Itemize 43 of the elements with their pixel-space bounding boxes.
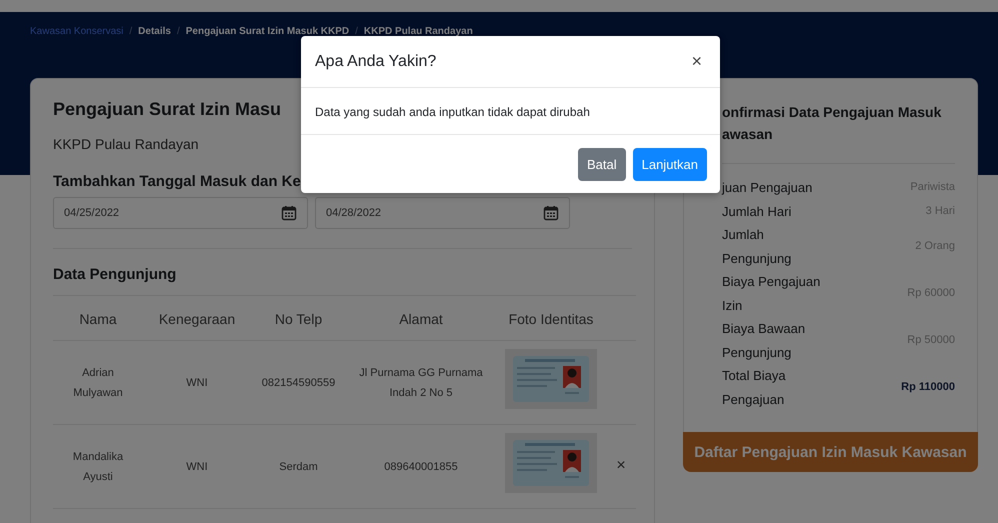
summary-label: Jumlah Pengunjung [722,226,792,268]
summary-label: juan Pengajuan [722,179,812,197]
section-heading: Tambahkan Tanggal Masuk dan Ke [53,173,301,190]
cancel-button[interactable]: Batal [578,148,626,181]
table-cell: Mandalika Ayusti [53,424,143,508]
table-cell: 082154590559 [251,340,346,424]
summary-label: Biaya Pengajuan Izin [722,273,822,314]
date-field[interactable]: 04/28/2022 [315,197,570,229]
submit-button[interactable]: Daftar Pengajuan Izin Masuk Kawasan [683,432,978,472]
page-subtitle: KKPD Pulau Randayan [53,136,199,152]
table-cell: WNI [143,340,251,424]
column-header: Alamat [346,296,496,340]
table-cell: 089640001855 [346,424,496,508]
close-button[interactable]: × [687,51,706,72]
table-cell: Jl Purnama GG Purnama Indah 2 No 5 [346,340,496,424]
table-cell: Adrian Mulyawan [53,340,143,424]
calendar-icon[interactable] [543,205,559,221]
card-title: onfirmasi Data Pengajuan Masuk [722,103,942,122]
summary-label: Biaya Bawaan Pengunjung [722,320,806,362]
breadcrumb-separator: / [129,26,132,38]
date-field[interactable]: 04/25/2022 [53,197,308,229]
modal-title: Apa Anda Yakin? [315,52,436,70]
summary-label: Jumlah Hari [722,202,792,220]
delete-button[interactable]: × [614,456,628,474]
breadcrumb-separator: / [355,26,358,38]
breadcrumb-link[interactable]: Pengajuan Surat Izin Masuk KKPD [186,26,350,38]
continue-button[interactable]: Lanjutkan [632,148,707,181]
table-cell: WNI [143,424,251,508]
modal-message: Data yang sudah anda inputkan tidak dapat dirubah [315,105,590,119]
breadcrumb-link[interactable]: KKPD Pulau Randayan [364,26,473,38]
calendar-icon[interactable] [281,205,297,221]
column-header: Kenegaraan [143,296,251,340]
column-header: Foto Identitas [496,296,606,340]
summary-label: Total Biaya Pengajuan [722,367,787,409]
table-cell: Serdam [251,424,346,508]
breadcrumb-link[interactable]: Details [138,26,171,38]
page-title: Pengajuan Surat Izin Masu [53,99,282,120]
summary-value: Rp 110000 [901,380,955,395]
breadcrumb-separator: / [176,26,180,38]
column-header: Nama [53,296,143,340]
section-heading: Data Pengunjung [53,266,176,283]
card-title: awasan [722,125,774,144]
column-header: No Telp [251,296,346,340]
